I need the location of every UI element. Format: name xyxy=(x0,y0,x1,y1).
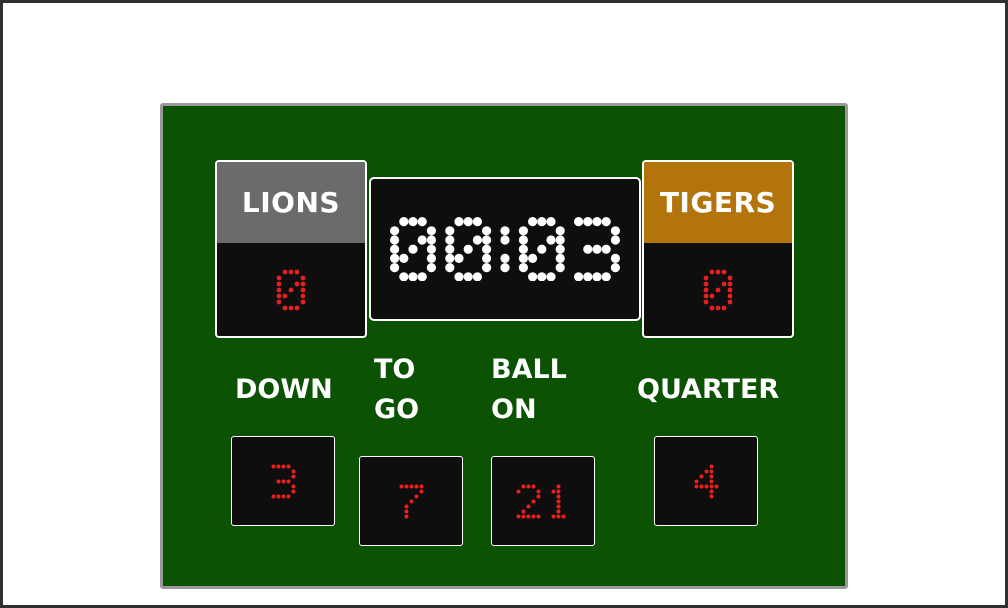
home-team-panel: LIONS xyxy=(215,160,367,338)
quarter-label: QUARTER xyxy=(637,374,780,405)
dot-digit-3 xyxy=(574,216,620,282)
game-clock xyxy=(369,177,641,321)
ball-on-value xyxy=(491,456,595,546)
dot-colon xyxy=(500,225,510,272)
away-team-name: TIGERS xyxy=(644,162,792,243)
down-label: DOWN xyxy=(235,374,333,405)
dot-digit-0 xyxy=(445,216,492,282)
scoreboard: LIONS TIGERS DOWN TO GO BALL ON QUARTER xyxy=(160,103,848,589)
dot-digit-0 xyxy=(390,216,436,282)
dot-digit-1 xyxy=(551,484,565,518)
to-go-value xyxy=(359,456,463,546)
dot-digit-3 xyxy=(271,464,295,498)
down-value xyxy=(231,436,335,526)
home-team-name: LIONS xyxy=(217,162,365,243)
dot-digit-0 xyxy=(518,216,565,282)
dot-digit-0 xyxy=(276,269,306,310)
quarter-value xyxy=(654,436,758,526)
dot-digit-7 xyxy=(399,484,423,518)
home-team-score xyxy=(217,243,365,336)
dot-digit-0 xyxy=(703,269,733,310)
dot-digit-4 xyxy=(694,464,718,498)
away-team-panel: TIGERS xyxy=(642,160,794,338)
to-go-label: TO GO xyxy=(374,354,420,425)
away-team-score xyxy=(644,243,792,336)
dot-digit-2 xyxy=(516,484,540,518)
ball-on-label: BALL ON xyxy=(491,354,567,425)
